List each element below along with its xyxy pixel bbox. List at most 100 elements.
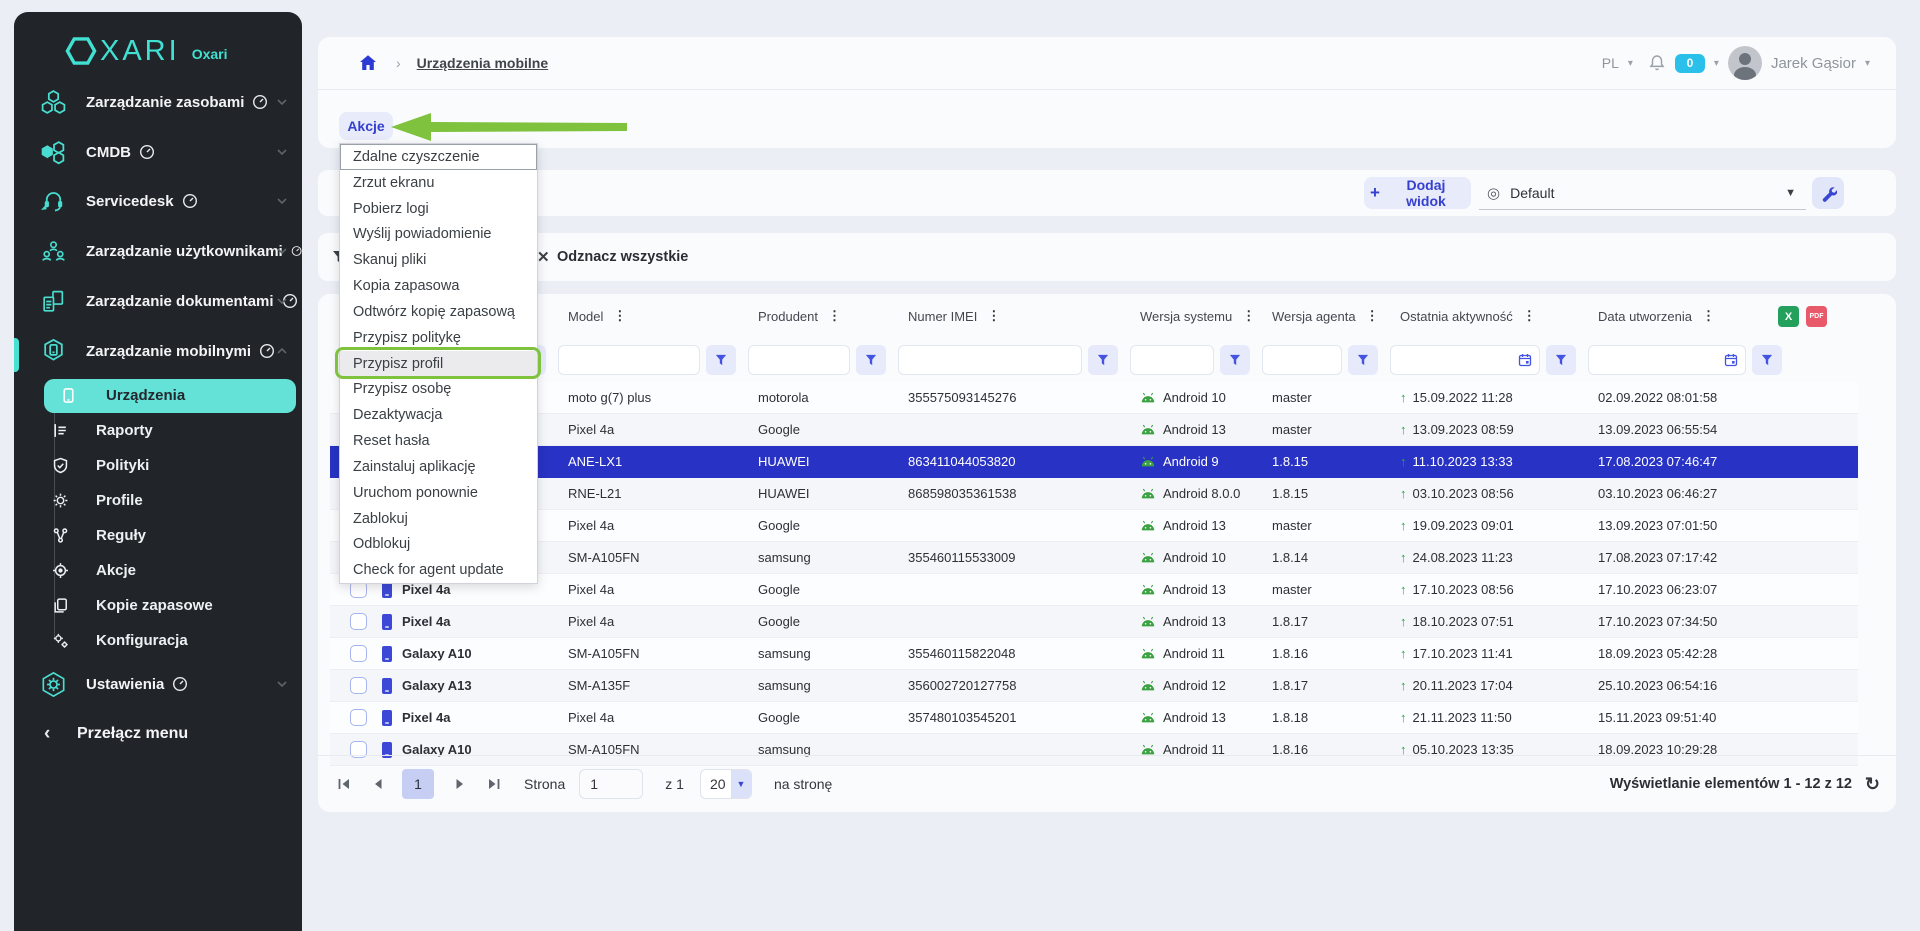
action-menu-item[interactable]: Zablokuj <box>340 506 537 532</box>
action-menu-item[interactable]: Pobierz logi <box>340 196 537 222</box>
view-settings-button[interactable] <box>1812 177 1844 209</box>
table-row[interactable]: ✓Pixel 4aPixel 4aGoogleAndroid 131.8.17↑… <box>330 606 1858 638</box>
per-page-select[interactable]: 20 ▼ <box>700 769 752 799</box>
column-menu-icon[interactable]: ⋮ <box>987 308 1000 324</box>
view-select[interactable]: ◎ Default ▼ <box>1479 177 1806 210</box>
column-header[interactable]: Wersja agenta⋮ <box>1260 308 1388 324</box>
first-page-icon[interactable] <box>336 777 352 791</box>
column-menu-icon[interactable]: ⋮ <box>1702 308 1715 324</box>
actions-button[interactable]: Akcje <box>339 112 393 140</box>
row-checkbox[interactable]: ✓ <box>350 709 367 726</box>
row-checkbox[interactable]: ✓ <box>350 677 367 694</box>
column-header[interactable]: Model⋮ <box>556 308 746 324</box>
sidebar-item-uzytkownicy[interactable]: Zarządzanie użytkownikami <box>14 231 302 271</box>
column-header[interactable]: Ostatnia aktywność⋮ <box>1388 308 1586 324</box>
filter-button[interactable] <box>1752 345 1782 375</box>
sidebar-item-zasoby[interactable]: Zarządzanie zasobami <box>14 82 302 122</box>
sidebar-item-akcje[interactable]: Akcje <box>14 553 302 588</box>
action-menu-item[interactable]: Odtwórz kopię zapasową <box>340 299 537 325</box>
sidebar-item-polityki[interactable]: Polityki <box>14 448 302 483</box>
sidebar-item-profile[interactable]: Profile <box>14 483 302 518</box>
action-menu-item[interactable]: Przypisz politykę <box>340 325 537 351</box>
filter-input[interactable] <box>1131 347 1213 373</box>
add-view-button[interactable]: + Dodaj widok <box>1364 177 1471 209</box>
sidebar-item-servicedesk[interactable]: Servicedesk <box>14 181 302 221</box>
sidebar-item-mobilne[interactable]: Zarządzanie mobilnymi <box>14 331 302 371</box>
sidebar-item-reguly[interactable]: Reguły <box>14 518 302 553</box>
row-checkbox[interactable]: ✓ <box>350 613 367 630</box>
action-menu-item[interactable]: Skanuj pliki <box>340 247 537 273</box>
deselect-x-icon[interactable]: ✕ <box>537 233 550 281</box>
filter-button[interactable] <box>1088 345 1118 375</box>
current-page-button[interactable]: 1 <box>402 769 434 799</box>
last-page-icon[interactable] <box>486 777 502 791</box>
filter-input[interactable] <box>1589 347 1724 373</box>
table-row[interactable]: ✓ANE-LX1HUAWEI863411044053820Android 91.… <box>330 446 1858 478</box>
action-menu-item[interactable]: Przypisz osobę <box>340 376 537 402</box>
sidebar-item-kopie[interactable]: Kopie zapasowe <box>14 588 302 623</box>
filter-input[interactable] <box>559 347 699 373</box>
table-row[interactable]: ✓Pixel 4aPixel 4aGoogleAndroid 13master↑… <box>330 574 1858 606</box>
action-menu-item[interactable]: Przypisz profil <box>340 351 537 377</box>
sidebar-item-cmdb[interactable]: CMDB <box>14 132 302 172</box>
sidebar-item-dokumenty[interactable]: Zarządzanie dokumentami <box>14 281 302 321</box>
table-row[interactable]: ✓Pixel 4aGoogleAndroid 13master↑19.09.20… <box>330 510 1858 542</box>
calendar-icon[interactable] <box>1518 353 1532 367</box>
export-pdf-icon[interactable]: PDF <box>1806 306 1827 327</box>
sidebar-item-urzadzenia[interactable]: Urządzenia <box>14 378 302 413</box>
column-header[interactable]: Data utworzenia⋮ <box>1586 308 1792 324</box>
table-row[interactable]: ✓Galaxy A13SM-A135Fsamsung35600272012775… <box>330 670 1858 702</box>
action-menu-item[interactable]: Odblokuj <box>340 531 537 557</box>
export-excel-icon[interactable]: X <box>1778 306 1799 327</box>
filter-button[interactable] <box>706 345 736 375</box>
table-row[interactable]: ✓moto g(7) plusmotorola355575093145276An… <box>330 382 1858 414</box>
action-menu-item[interactable]: Zainstaluj aplikację <box>340 454 537 480</box>
filter-input[interactable] <box>1391 347 1518 373</box>
filter-input[interactable] <box>1263 347 1341 373</box>
column-header[interactable]: Produdent⋮ <box>746 308 896 324</box>
table-row[interactable]: ✓Pixel 4aPixel 4aGoogle357480103545201An… <box>330 702 1858 734</box>
filter-input[interactable] <box>749 347 849 373</box>
filter-button[interactable] <box>1348 345 1378 375</box>
table-row[interactable]: ✓Galaxy A10SM-A105FNsamsung3554601158220… <box>330 638 1858 670</box>
column-menu-icon[interactable]: ⋮ <box>1242 308 1255 324</box>
column-menu-icon[interactable]: ⋮ <box>1523 308 1536 324</box>
sidebar-item-ustawienia[interactable]: Ustawienia <box>14 664 302 704</box>
action-menu-item[interactable]: Zdalne czyszczenie <box>340 144 537 170</box>
user-name[interactable]: Jarek Gąsior <box>1771 55 1856 72</box>
next-page-icon[interactable] <box>452 777 468 791</box>
breadcrumb-page-link[interactable]: Urządzenia mobilne <box>417 55 548 71</box>
action-menu-item[interactable]: Uruchom ponownie <box>340 480 537 506</box>
home-icon[interactable] <box>358 53 378 73</box>
filter-input[interactable] <box>899 347 1081 373</box>
action-menu-item[interactable]: Reset hasła <box>340 428 537 454</box>
column-header[interactable]: Wersja systemu⋮ <box>1128 308 1260 324</box>
action-menu-item[interactable]: Dezaktywacja <box>340 402 537 428</box>
column-menu-icon[interactable]: ⋮ <box>1366 308 1379 324</box>
deselect-all-button[interactable]: Odznacz wszystkie <box>557 233 688 281</box>
column-header[interactable]: Numer IMEI⋮ <box>896 308 1128 324</box>
action-menu-item[interactable]: Kopia zapasowa <box>340 273 537 299</box>
sidebar-item-konfiguracja[interactable]: Konfiguracja <box>14 623 302 658</box>
row-checkbox[interactable]: ✓ <box>350 645 367 662</box>
table-row[interactable]: ✓SM-A105FNsamsung355460115533009Android … <box>330 542 1858 574</box>
refresh-icon[interactable]: ↻ <box>1865 774 1880 795</box>
column-menu-icon[interactable]: ⋮ <box>613 308 626 324</box>
filter-button[interactable] <box>856 345 886 375</box>
avatar[interactable] <box>1728 46 1762 80</box>
page-input[interactable] <box>579 769 643 799</box>
filter-button[interactable] <box>1220 345 1250 375</box>
collapse-menu-button[interactable]: ‹ Przełącz menu <box>14 714 302 754</box>
table-row[interactable]: ✓RNE-L21HUAWEI868598035361538Android 8.0… <box>330 478 1858 510</box>
calendar-icon[interactable] <box>1724 353 1738 367</box>
bell-icon[interactable] <box>1648 54 1666 72</box>
action-menu-item[interactable]: Wyślij powiadomienie <box>340 221 537 247</box>
filter-button[interactable] <box>1546 345 1576 375</box>
language-selector[interactable]: PL <box>1602 55 1619 71</box>
sidebar-item-raporty[interactable]: Raporty <box>14 413 302 448</box>
table-row[interactable]: ✓Pixel 4aGoogleAndroid 13master↑13.09.20… <box>330 414 1858 446</box>
previous-page-icon[interactable] <box>370 777 386 791</box>
action-menu-item[interactable]: Check for agent update <box>340 557 537 583</box>
action-menu-item[interactable]: Zrzut ekranu <box>340 170 537 196</box>
column-menu-icon[interactable]: ⋮ <box>828 308 841 324</box>
